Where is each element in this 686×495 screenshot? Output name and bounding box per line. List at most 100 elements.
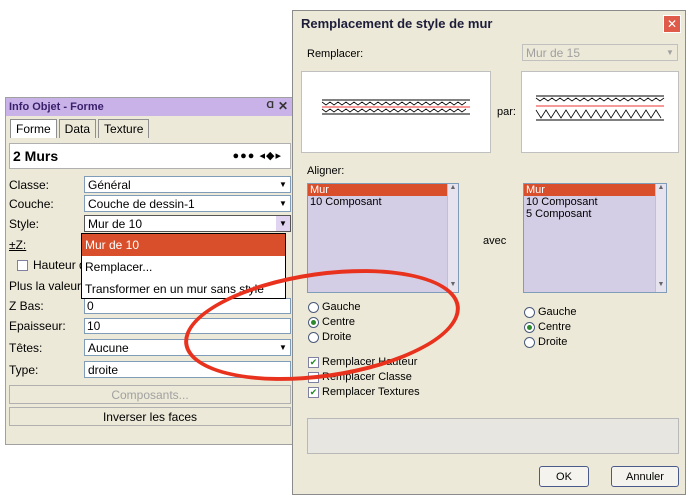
target-style-value: Mur de 15	[526, 45, 581, 60]
target-style-select[interactable]: Mur de 15 ▼	[522, 44, 678, 61]
tetes-select[interactable]: Aucune ▼	[84, 339, 291, 356]
source-components-list[interactable]: Mur 10 Composant ▲ ▼	[307, 183, 459, 293]
chevron-down-icon: ▼	[276, 216, 290, 231]
radio-label: Droite	[322, 331, 352, 343]
dialog-titlebar[interactable]: Remplacement de style de mur	[293, 11, 685, 35]
radio-button[interactable]	[524, 306, 535, 318]
radio-button[interactable]	[308, 316, 319, 328]
remplacer-textures-option[interactable]: ✔ Remplacer Textures	[308, 386, 420, 398]
source-style-preview	[301, 71, 491, 153]
scrollbar[interactable]: ▲ ▼	[447, 184, 458, 292]
menu-item-remplacer[interactable]: Remplacer...	[82, 256, 285, 278]
style-label: Style:	[9, 217, 40, 231]
radio-label: Gauche	[322, 301, 361, 313]
classe-select[interactable]: Général ▼	[84, 176, 291, 193]
radio-button[interactable]	[308, 331, 319, 343]
list-item[interactable]: 5 Composant	[524, 208, 666, 220]
remplacer-hauteur-option[interactable]: ✔ Remplacer Hauteur	[308, 356, 417, 368]
menu-item-mur-de-10[interactable]: Mur de 10	[82, 234, 285, 256]
composants-button[interactable]: Composants...	[9, 385, 291, 404]
radio-button[interactable]	[524, 321, 535, 333]
couche-row: Couche:	[9, 195, 84, 213]
replace-wall-style-dialog: Remplacement de style de mur ✕ Remplacer…	[292, 10, 686, 495]
scroll-down-icon[interactable]: ▼	[656, 281, 666, 292]
close-icon[interactable]: ✕	[278, 99, 288, 113]
object-summary: 2 Murs ●●● ◂◆▸	[9, 143, 291, 169]
target-wall-pattern	[535, 95, 665, 121]
zbas-label: Z Bas:	[9, 299, 44, 313]
couche-label: Couche:	[9, 197, 54, 211]
right-radio-gauche[interactable]: Gauche	[524, 306, 577, 318]
ok-button[interactable]: OK	[539, 466, 589, 487]
couche-select[interactable]: Couche de dessin-1 ▼	[84, 195, 291, 212]
checkbox[interactable]: ✔	[308, 356, 319, 368]
style-select[interactable]: Mur de 10 ▼	[84, 215, 291, 232]
scroll-down-icon[interactable]: ▼	[448, 281, 458, 292]
classe-label: Classe:	[9, 178, 50, 192]
right-radio-centre[interactable]: Centre	[524, 321, 571, 333]
hauteur-label: Hauteur d	[33, 258, 86, 272]
cancel-button[interactable]: Annuler	[611, 466, 679, 487]
par-label: par:	[497, 106, 516, 118]
close-icon[interactable]: ✕	[663, 15, 681, 33]
radio-button[interactable]	[524, 336, 535, 348]
type-select[interactable]: droite	[84, 361, 291, 378]
radio-button[interactable]	[308, 301, 319, 313]
checkbox[interactable]	[308, 371, 319, 383]
epaisseur-row: Epaisseur:	[9, 317, 84, 335]
list-item[interactable]: 10 Composant	[524, 196, 666, 208]
palette-titlebar[interactable]: Info Objet - Forme Ɑ ✕	[6, 98, 294, 116]
tetes-label: Têtes:	[9, 341, 43, 355]
avec-label: avec	[483, 235, 507, 247]
zbas-field[interactable]: 0	[84, 298, 291, 314]
object-navigation[interactable]: ●●● ◂◆▸	[233, 149, 283, 162]
radio-label: Centre	[538, 321, 572, 333]
type-value: droite	[88, 362, 119, 377]
tab-forme[interactable]: Forme	[10, 119, 57, 138]
classe-row: Classe:	[9, 176, 84, 194]
tab-texture[interactable]: Texture	[98, 119, 150, 138]
palette-title: Info Objet - Forme	[9, 101, 104, 113]
source-wall-pattern	[321, 99, 470, 115]
type-label: Type:	[9, 363, 39, 377]
left-radio-centre[interactable]: Centre	[308, 316, 355, 328]
list-item[interactable]: Mur	[524, 184, 666, 196]
object-count: 2 Murs	[13, 148, 59, 164]
left-radio-droite[interactable]: Droite	[308, 331, 351, 343]
type-row: Type:	[9, 361, 84, 379]
right-radio-droite[interactable]: Droite	[524, 336, 567, 348]
classe-value: Général	[88, 177, 131, 192]
zbas-row: Z Bas:	[9, 297, 84, 315]
scrollbar[interactable]: ▲ ▼	[655, 184, 666, 292]
checkbox-label: Remplacer Classe	[322, 371, 412, 383]
menu-item-transformer[interactable]: Transformer en un mur sans style	[82, 278, 285, 300]
radio-label: Gauche	[538, 306, 577, 318]
z-row: ±Z:	[9, 236, 84, 254]
tab-data[interactable]: Data	[58, 119, 97, 138]
hauteur-row: Hauteur d	[9, 256, 86, 274]
aligner-label: Aligner:	[307, 165, 345, 177]
dialog-title: Remplacement de style de mur	[301, 15, 493, 31]
target-components-list[interactable]: Mur 10 Composant 5 Composant ▲ ▼	[523, 183, 667, 293]
tetes-row: Têtes:	[9, 339, 84, 357]
hauteur-checkbox[interactable]	[17, 259, 28, 271]
style-value: Mur de 10	[88, 216, 143, 231]
tetes-value: Aucune	[88, 340, 129, 355]
pin-icon[interactable]: Ɑ	[266, 100, 274, 111]
left-radio-gauche[interactable]: Gauche	[308, 301, 361, 313]
message-area	[307, 418, 679, 454]
list-item[interactable]: Mur	[308, 184, 458, 196]
scroll-up-icon[interactable]: ▲	[448, 184, 458, 195]
style-dropdown-menu: Mur de 10 Remplacer... Transformer en un…	[81, 233, 286, 299]
z-label: ±Z:	[9, 238, 27, 252]
scroll-up-icon[interactable]: ▲	[656, 184, 666, 195]
inverser-faces-button[interactable]: Inverser les faces	[9, 407, 291, 426]
chevron-down-icon: ▼	[663, 45, 677, 60]
chevron-down-icon: ▼	[276, 340, 290, 355]
checkbox-label: Remplacer Textures	[322, 386, 420, 398]
checkbox[interactable]: ✔	[308, 386, 319, 398]
epaisseur-field[interactable]: 10	[84, 318, 291, 334]
remplacer-classe-option[interactable]: Remplacer Classe	[308, 371, 412, 383]
palette-tabs: Forme Data Texture	[6, 116, 294, 138]
list-item[interactable]: 10 Composant	[308, 196, 458, 208]
